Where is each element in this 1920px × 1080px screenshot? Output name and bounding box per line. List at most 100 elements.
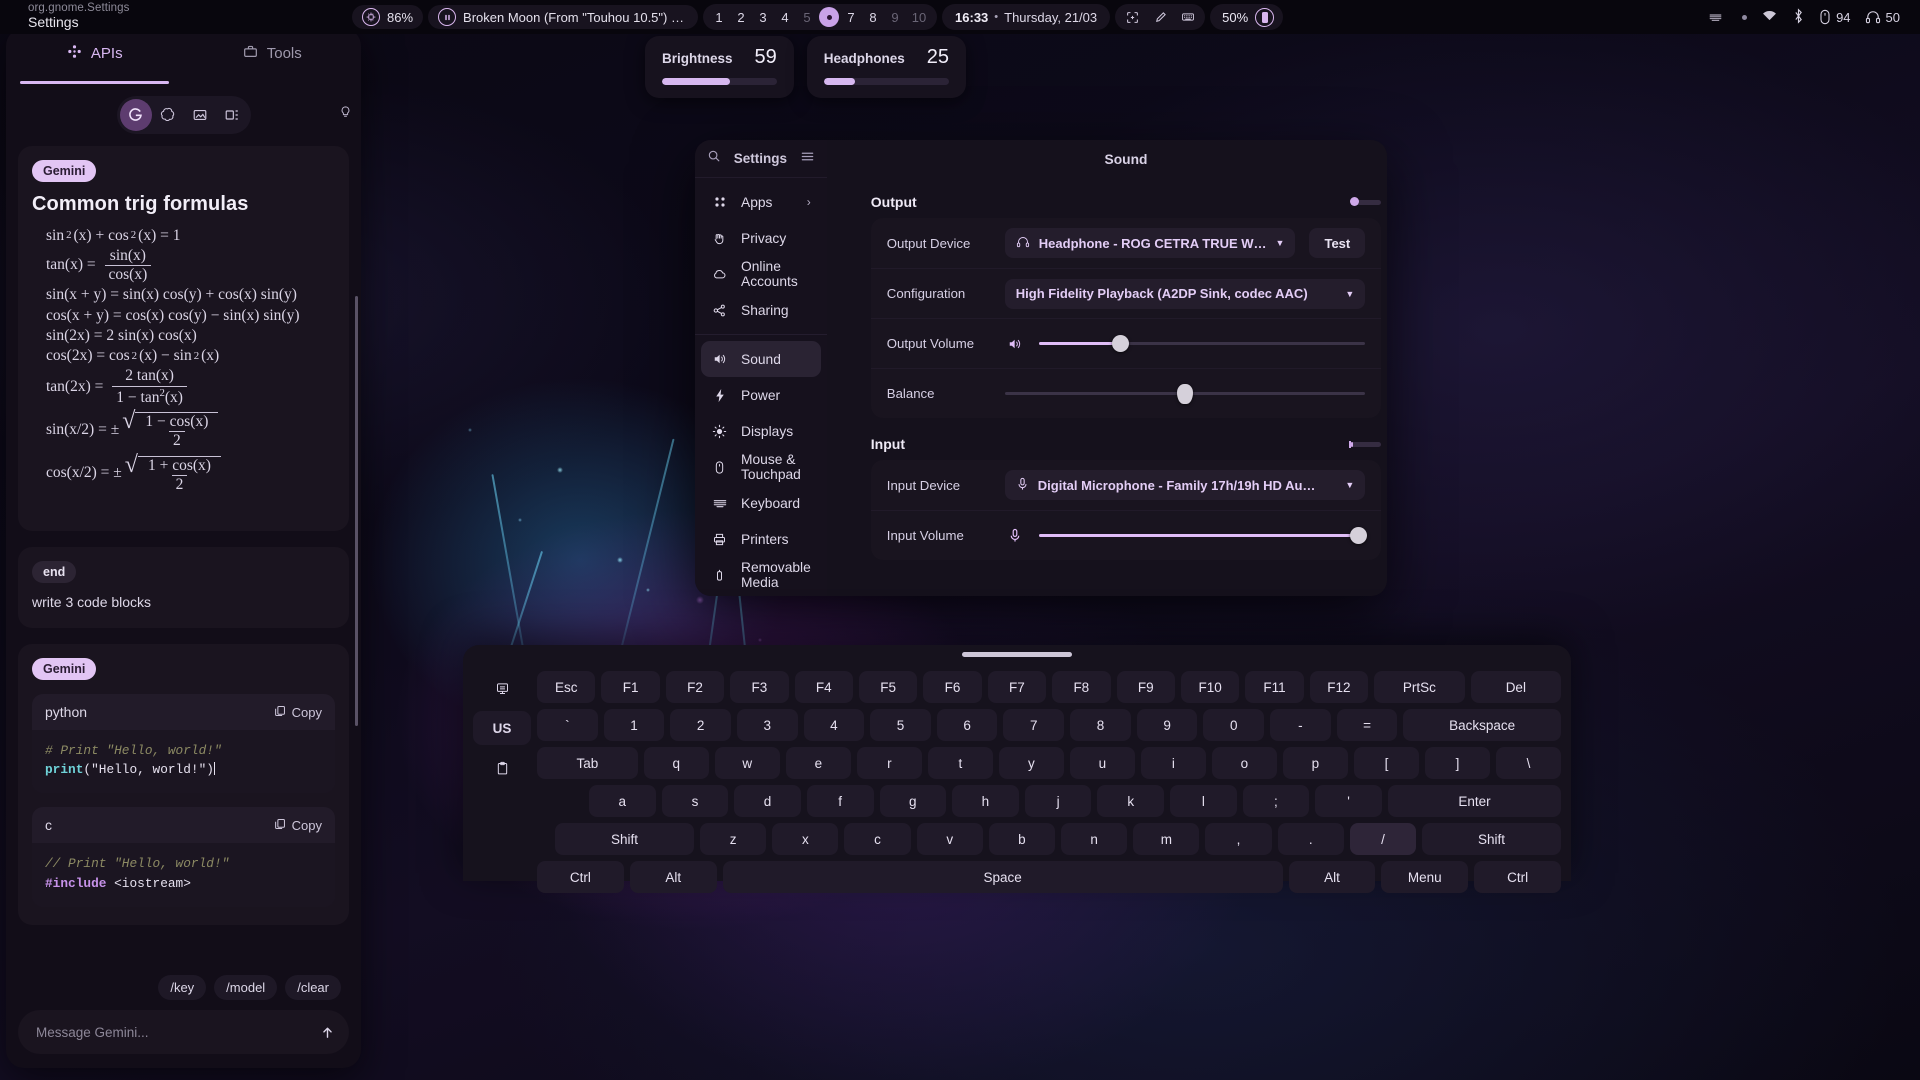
key-[interactable]: , (1205, 823, 1271, 855)
tab-apis[interactable]: APIs (6, 44, 184, 84)
keyboard-layout-button[interactable]: US (473, 711, 531, 745)
key-k[interactable]: k (1097, 785, 1164, 817)
key-f7[interactable]: F7 (988, 671, 1046, 703)
key-[interactable]: ] (1425, 747, 1490, 779)
key-8[interactable]: 8 (1070, 709, 1131, 741)
keyboard-drag-handle[interactable] (962, 652, 1072, 657)
tab-tools[interactable]: Tools (184, 44, 362, 84)
key-[interactable]: ` (537, 709, 598, 741)
sidebar-item-printers[interactable]: Printers (701, 521, 821, 557)
key-tab[interactable]: Tab (537, 747, 638, 779)
keyboard-icon[interactable] (1702, 6, 1728, 28)
gemini-icon[interactable] (120, 99, 152, 131)
key-f8[interactable]: F8 (1052, 671, 1110, 703)
cpu-indicator[interactable]: 86% (352, 5, 423, 29)
key-i[interactable]: i (1141, 747, 1206, 779)
copy-button[interactable]: Copy (274, 705, 322, 720)
key-[interactable]: . (1278, 823, 1344, 855)
workspace-9[interactable]: 9 (885, 7, 905, 27)
mouse-battery-indicator[interactable]: 94 (1819, 9, 1850, 25)
key-f12[interactable]: F12 (1310, 671, 1368, 703)
key-shift[interactable]: Shift (555, 823, 694, 855)
key-o[interactable]: o (1212, 747, 1277, 779)
lightbulb-icon[interactable] (338, 105, 353, 125)
workspace-10[interactable]: 10 (907, 7, 931, 27)
key-[interactable]: = (1337, 709, 1398, 741)
key-f9[interactable]: F9 (1117, 671, 1175, 703)
key-3[interactable]: 3 (737, 709, 798, 741)
key-2[interactable]: 2 (670, 709, 731, 741)
media-player-indicator[interactable]: Broken Moon (From "Touhou 10.5") - Y… (428, 5, 698, 29)
sidebar-item-displays[interactable]: Displays (701, 413, 821, 449)
key-backspace[interactable]: Backspace (1403, 709, 1561, 741)
key-a[interactable]: a (589, 785, 656, 817)
battery-indicator[interactable]: 50% (1210, 4, 1283, 30)
hamburger-icon[interactable] (800, 149, 815, 169)
layout-icon[interactable] (216, 99, 248, 131)
microphone-icon[interactable] (1005, 528, 1025, 543)
clock-indicator[interactable]: 16:33 • Thursday, 21/03 (942, 4, 1110, 30)
screenshot-icon[interactable] (1119, 6, 1145, 28)
key-ctrl[interactable]: Ctrl (1474, 861, 1561, 893)
key-ctrl[interactable]: Ctrl (537, 861, 624, 893)
key-s[interactable]: s (662, 785, 729, 817)
workspace-1[interactable]: 1 (709, 7, 729, 27)
input-volume-slider[interactable] (1039, 525, 1365, 547)
key-menu[interactable]: Menu (1381, 861, 1468, 893)
key-v[interactable]: v (917, 823, 983, 855)
osd-track[interactable] (662, 78, 777, 85)
key-n[interactable]: n (1061, 823, 1127, 855)
copy-button[interactable]: Copy (274, 818, 322, 833)
speaker-icon[interactable] (1005, 337, 1025, 351)
sidebar-item-sharing[interactable]: Sharing (701, 292, 821, 328)
key-t[interactable]: t (928, 747, 993, 779)
key-[interactable]: / (1350, 823, 1416, 855)
key-m[interactable]: m (1133, 823, 1199, 855)
wifi-icon[interactable] (1761, 7, 1778, 27)
key-esc[interactable]: Esc (537, 671, 595, 703)
image-icon[interactable] (184, 99, 216, 131)
sidebar-item-sound[interactable]: Sound (701, 341, 821, 377)
workspace-2[interactable]: 2 (731, 7, 751, 27)
test-button[interactable]: Test (1309, 228, 1365, 258)
key-d[interactable]: d (734, 785, 801, 817)
key-prtsc[interactable]: PrtSc (1374, 671, 1465, 703)
key-5[interactable]: 5 (870, 709, 931, 741)
key-f4[interactable]: F4 (795, 671, 853, 703)
key-f6[interactable]: F6 (923, 671, 981, 703)
key-4[interactable]: 4 (804, 709, 865, 741)
key-u[interactable]: u (1070, 747, 1135, 779)
sidebar-item-online-accounts[interactable]: Online Accounts (701, 256, 821, 292)
sidebar-item-mouse-touchpad[interactable]: Mouse & Touchpad (701, 449, 821, 485)
key-[interactable]: [ (1354, 747, 1419, 779)
key-q[interactable]: q (644, 747, 709, 779)
key-[interactable]: \ (1496, 747, 1561, 779)
key-alt[interactable]: Alt (1289, 861, 1376, 893)
key-c[interactable]: c (844, 823, 910, 855)
key-f11[interactable]: F11 (1245, 671, 1303, 703)
workspace-5[interactable]: 5 (797, 7, 817, 27)
headset-battery-indicator[interactable]: 50 (1865, 10, 1900, 25)
workspace-switcher[interactable]: 12345678910 (703, 4, 937, 30)
clipboard-icon[interactable] (473, 751, 531, 785)
key-0[interactable]: 0 (1203, 709, 1264, 741)
sidebar-item-keyboard[interactable]: Keyboard (701, 485, 821, 521)
key-[interactable]: ' (1315, 785, 1382, 817)
command-chip-clear[interactable]: /clear (285, 975, 341, 1000)
send-arrow-icon[interactable] (313, 1018, 341, 1046)
key-f1[interactable]: F1 (601, 671, 659, 703)
key-[interactable]: - (1270, 709, 1331, 741)
key-z[interactable]: z (700, 823, 766, 855)
sidebar-item-apps[interactable]: Apps› (701, 184, 821, 220)
key-p[interactable]: p (1283, 747, 1348, 779)
key-[interactable]: ; (1243, 785, 1310, 817)
workspace-4[interactable]: 4 (775, 7, 795, 27)
key-f2[interactable]: F2 (666, 671, 724, 703)
key-x[interactable]: x (772, 823, 838, 855)
ai-conversation[interactable]: Gemini Common trig formulas sin2(x) + co… (6, 146, 361, 968)
command-chip-key[interactable]: /key (158, 975, 206, 1000)
workspace-8[interactable]: 8 (863, 7, 883, 27)
key-del[interactable]: Del (1471, 671, 1562, 703)
bluetooth-icon[interactable] (1792, 8, 1805, 27)
key-shift[interactable]: Shift (1422, 823, 1561, 855)
